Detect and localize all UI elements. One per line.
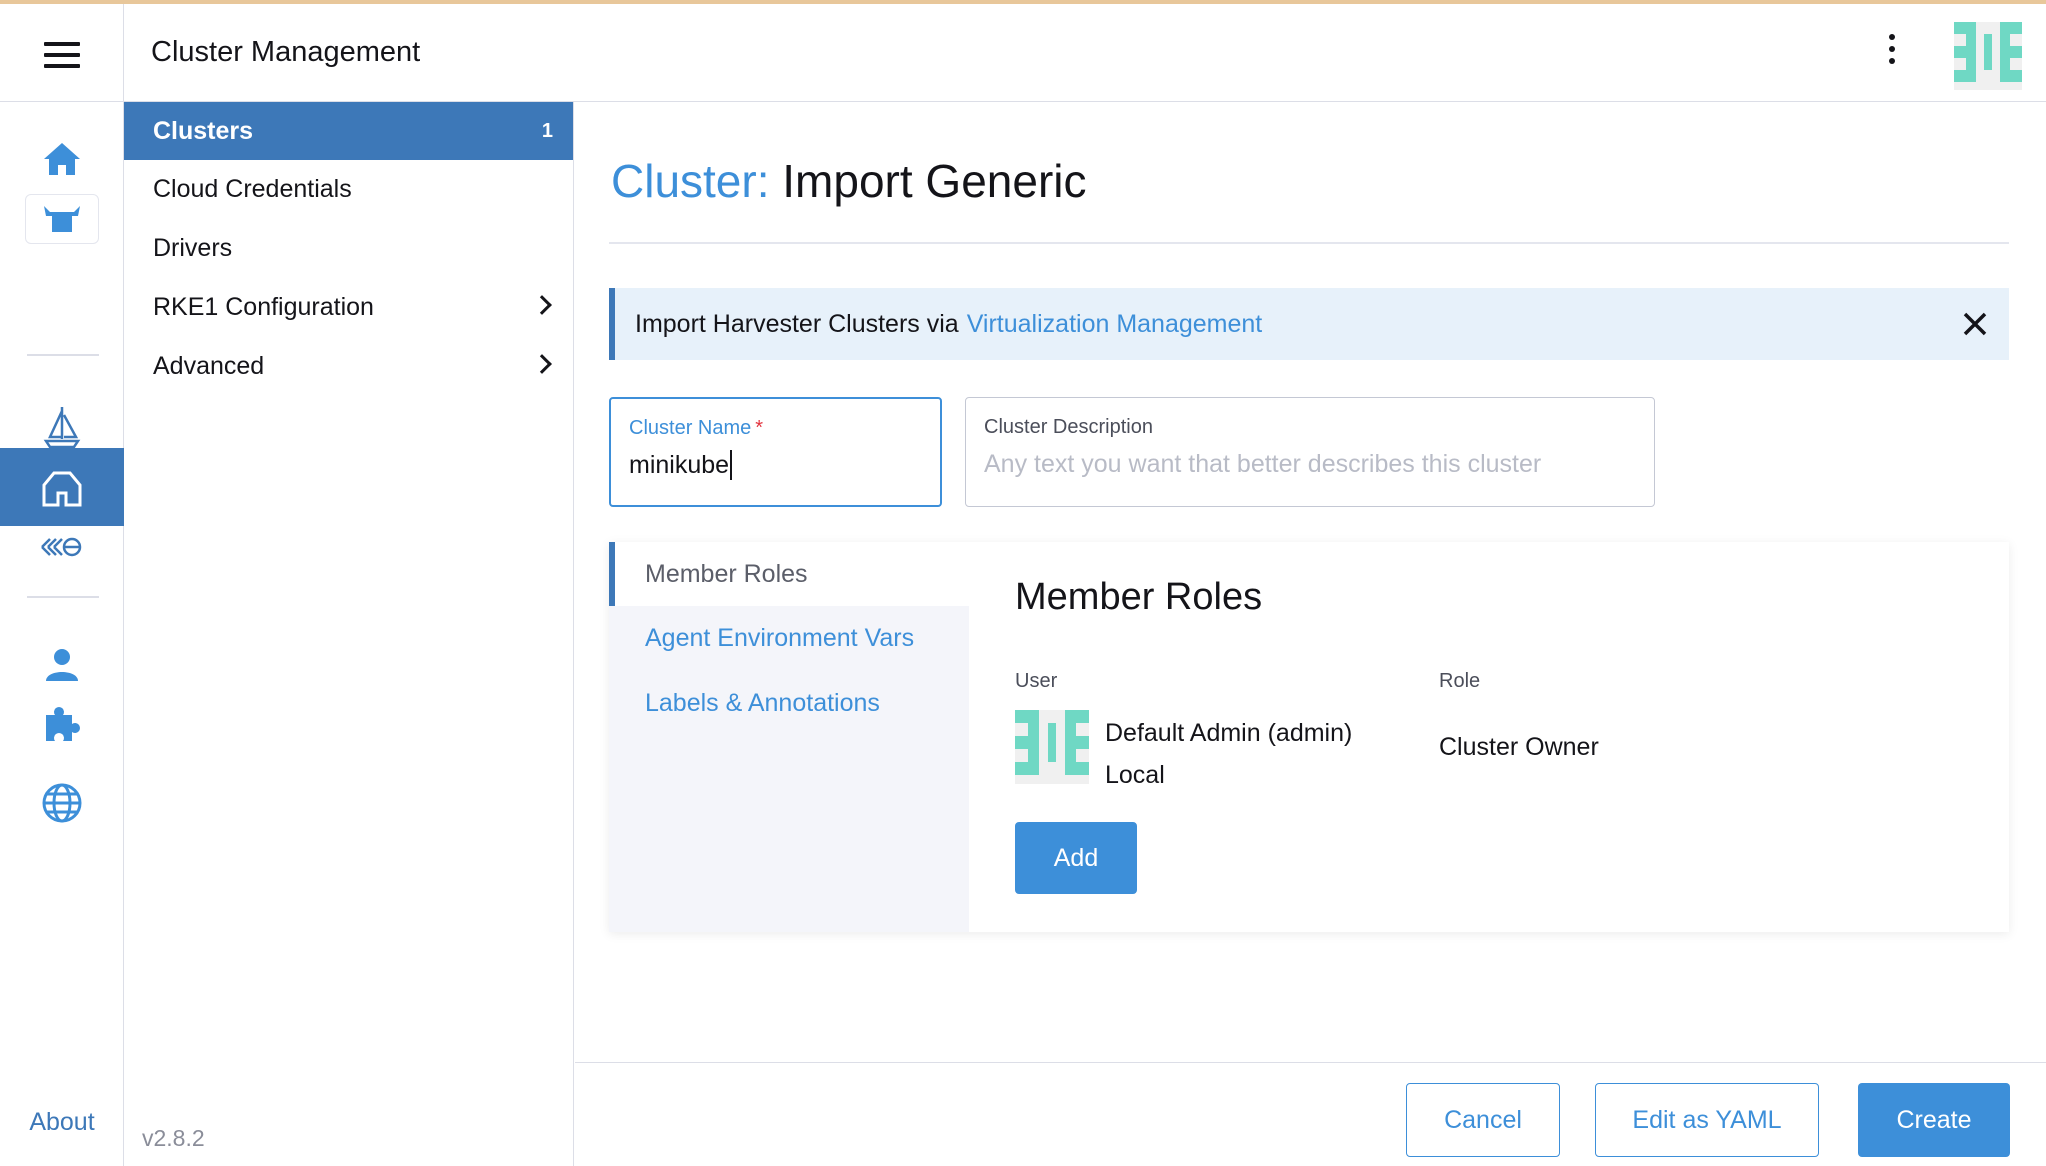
page-title-prefix: Cluster: bbox=[611, 155, 770, 207]
sidebar-item-clusters[interactable]: Clusters 1 bbox=[124, 102, 573, 160]
member-user-name: Default Admin (admin) bbox=[1105, 719, 1353, 747]
top-header: Cluster Management bbox=[0, 4, 2046, 102]
side-navigation: Clusters 1 Cloud Credentials Drivers RKE… bbox=[124, 102, 574, 1166]
cluster-description-field[interactable]: Cluster Description Any text you want th… bbox=[965, 397, 1655, 507]
rail-separator bbox=[27, 596, 99, 598]
chevron-right-icon bbox=[532, 295, 552, 315]
sidebar-item-label: Advanced bbox=[153, 351, 265, 380]
sidebar-item-drivers[interactable]: Drivers bbox=[124, 219, 573, 277]
sidebar-item-cloud-credentials[interactable]: Cloud Credentials bbox=[124, 160, 573, 218]
add-member-button[interactable]: Add bbox=[1015, 822, 1137, 894]
chevron-right-icon bbox=[532, 354, 552, 374]
tab-labels-annotations[interactable]: Labels & Annotations bbox=[609, 671, 969, 735]
title-divider bbox=[609, 242, 2009, 244]
info-banner: Import Harvester Clusters via Virtualiza… bbox=[609, 288, 2009, 360]
member-user-provider: Local bbox=[1105, 761, 1165, 789]
sidebar-item-advanced[interactable]: Advanced bbox=[124, 337, 573, 395]
footer-actions: Cancel Edit as YAML Create bbox=[575, 1062, 2046, 1166]
sidebar-item-label: Cloud Credentials bbox=[153, 174, 352, 203]
tab-agent-environment-vars[interactable]: Agent Environment Vars bbox=[609, 606, 969, 670]
cancel-button[interactable]: Cancel bbox=[1406, 1083, 1560, 1157]
banner-text: Import Harvester Clusters via bbox=[635, 309, 959, 338]
cluster-description-label: Cluster Description bbox=[984, 416, 1153, 438]
cow-icon bbox=[25, 194, 99, 244]
cluster-description-input[interactable]: Any text you want that better describes … bbox=[984, 449, 1636, 479]
user-avatar-icon bbox=[1015, 710, 1089, 784]
sidebar-item-label: RKE1 Configuration bbox=[153, 292, 374, 321]
sidebar-item-label: Drivers bbox=[153, 233, 233, 262]
puzzle-icon[interactable] bbox=[0, 686, 124, 764]
create-button[interactable]: Create bbox=[1858, 1083, 2010, 1157]
icon-rail: About bbox=[0, 102, 124, 1166]
more-options-icon[interactable] bbox=[1880, 34, 1904, 74]
main-content: Cluster: Import Generic Import Harvester… bbox=[575, 102, 2046, 1062]
edit-as-yaml-button[interactable]: Edit as YAML bbox=[1595, 1083, 1819, 1157]
page-title: Cluster: Import Generic bbox=[611, 154, 1086, 208]
fleet-icon[interactable] bbox=[0, 508, 124, 586]
about-link[interactable]: About bbox=[0, 1108, 124, 1137]
clusters-count-badge: 1 bbox=[541, 119, 553, 142]
cluster-name-field[interactable]: Cluster Name * minikube bbox=[609, 397, 942, 507]
page-title-text: Import Generic bbox=[782, 155, 1087, 207]
hamburger-menu-icon[interactable] bbox=[44, 42, 80, 68]
sidebar-item-rke1-configuration[interactable]: RKE1 Configuration bbox=[124, 278, 573, 336]
role-column-header: Role bbox=[1439, 670, 1481, 692]
header-divider bbox=[123, 4, 124, 102]
version-label: v2.8.2 bbox=[142, 1125, 205, 1151]
cluster-name-input[interactable]: minikube bbox=[629, 450, 733, 480]
rancher-cow-button[interactable] bbox=[0, 180, 124, 258]
member-role: Cluster Owner bbox=[1439, 733, 1599, 761]
close-icon[interactable] bbox=[1961, 310, 1989, 338]
globe-icon[interactable] bbox=[0, 764, 124, 842]
required-asterisk: * bbox=[755, 417, 764, 439]
tab-list: Member Roles Agent Environment Vars Labe… bbox=[609, 542, 969, 932]
virtualization-management-link[interactable]: Virtualization Management bbox=[967, 310, 1263, 339]
rail-separator bbox=[27, 354, 99, 356]
cluster-name-label: Cluster Name * bbox=[629, 417, 764, 439]
user-avatar-icon[interactable] bbox=[1954, 22, 2022, 90]
panel-title: Member Roles bbox=[1015, 576, 1263, 618]
sidebar-item-label: Clusters bbox=[153, 116, 254, 145]
tabbed-section: Member Roles Agent Environment Vars Labe… bbox=[609, 542, 2009, 932]
member-roles-panel: Member Roles User Role Default Admin (ad… bbox=[969, 542, 2009, 932]
user-column-header: User bbox=[1015, 670, 1058, 692]
tab-member-roles[interactable]: Member Roles bbox=[609, 542, 969, 606]
app-title: Cluster Management bbox=[151, 36, 421, 68]
member-user: Default Admin (admin) Local bbox=[1105, 712, 1352, 796]
